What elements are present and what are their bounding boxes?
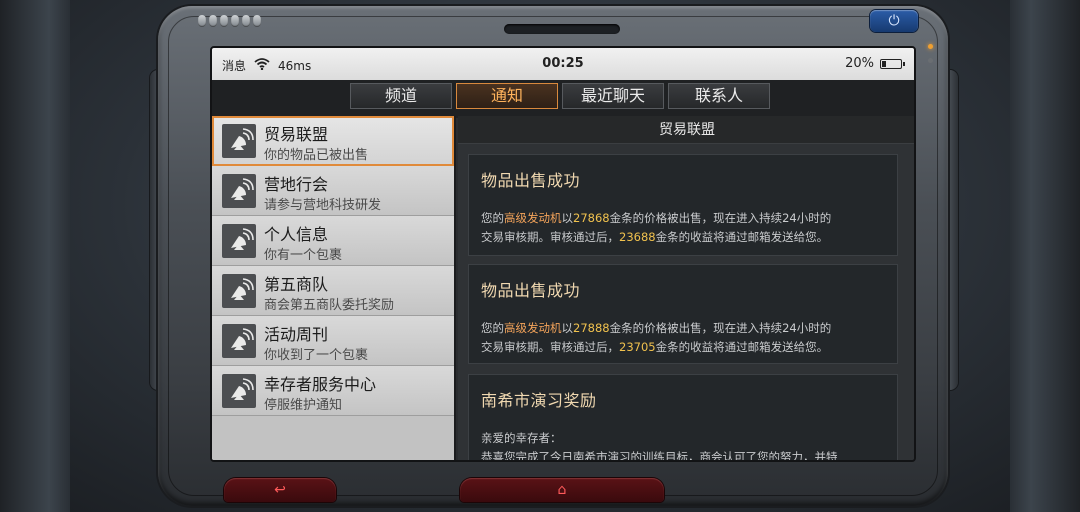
list-item-title: 幸存者服务中心	[264, 375, 377, 394]
back-button[interactable]: ↩	[224, 478, 336, 502]
list-item-personal-info[interactable]: 个人信息 你有一个包裹	[212, 216, 454, 266]
tab-recent-chats[interactable]: 最近聊天	[562, 83, 664, 109]
battery-percent: 20%	[845, 56, 874, 71]
list-item-subtitle: 停服维护通知	[264, 398, 343, 413]
power-icon: ⏻	[888, 13, 900, 29]
message-body: 您的高级发动机以27868金条的价格被出售，现在进入持续24小时的 交易审核期。…	[481, 211, 832, 244]
speaker-grille	[198, 14, 262, 28]
list-item-camp-guild[interactable]: 营地行会 请参与营地科技研发	[212, 166, 454, 216]
message-title: 物品出售成功	[481, 171, 581, 190]
message-body: 您的高级发动机以27888金条的价格被出售，现在进入持续24小时的 交易审核期。…	[481, 321, 832, 354]
list-item-subtitle: 你收到了一个包裹	[264, 348, 369, 363]
satellite-dish-icon	[222, 174, 256, 208]
notification-sender-list: 贸易联盟 你的物品已被出售 营地行会 请参与营地科技研发 个人信息 你有一个包裹…	[212, 116, 456, 460]
sale-price: 27888	[573, 321, 610, 335]
home-icon: ⌂	[557, 482, 567, 498]
list-item-subtitle: 商会第五商队委托奖励	[264, 298, 395, 313]
clock: 00:25	[542, 56, 584, 71]
list-item-title: 营地行会	[264, 175, 329, 194]
list-item-title: 第五商队	[264, 275, 329, 294]
background-right-panel	[1010, 0, 1080, 512]
tab-contacts[interactable]: 联系人	[668, 83, 770, 109]
income-amount: 23688	[619, 230, 656, 244]
satellite-dish-icon	[222, 374, 256, 408]
message-greeting: 亲爱的幸存者：	[481, 431, 562, 445]
list-item-fifth-caravan[interactable]: 第五商队 商会第五商队委托奖励	[212, 266, 454, 316]
list-item-title: 活动周刊	[264, 325, 329, 344]
tab-channel[interactable]: 频道	[350, 83, 452, 109]
status-led-orange	[928, 44, 933, 49]
status-led-grey	[928, 58, 933, 63]
list-item-title: 个人信息	[264, 225, 329, 244]
list-item-subtitle: 请参与营地科技研发	[264, 198, 382, 213]
status-bar: 消息 46ms 00:25 20%	[212, 48, 914, 80]
back-arrow-icon: ↩	[274, 482, 286, 498]
home-button[interactable]: ⌂	[460, 478, 664, 502]
message-text: 恭喜您完成了今日南希市演习的训练目标，商会认可了您的努力，并特	[481, 450, 838, 462]
background-left-panel	[0, 0, 70, 512]
message-body: 亲爱的幸存者： 恭喜您完成了今日南希市演习的训练目标，商会认可了您的努力，并特	[481, 429, 885, 462]
detail-header: 贸易联盟	[458, 116, 914, 144]
tab-notifications[interactable]: 通知	[456, 83, 558, 109]
item-name: 高级发动机	[504, 321, 562, 335]
satellite-dish-icon	[222, 224, 256, 258]
message-title: 南希市演习奖励	[481, 391, 597, 410]
income-amount: 23705	[619, 340, 656, 354]
item-name: 高级发动机	[504, 211, 562, 225]
list-item-subtitle: 你有一个包裹	[264, 248, 343, 263]
list-item-trade-alliance[interactable]: 贸易联盟 你的物品已被出售	[212, 116, 454, 166]
tab-bar: 频道 通知 最近聊天 联系人	[212, 80, 914, 118]
list-item-subtitle: 你的物品已被出售	[264, 148, 369, 163]
message-card[interactable]: 物品出售成功 您的高级发动机以27888金条的价格被出售，现在进入持续24小时的…	[468, 264, 898, 364]
list-item-event-weekly[interactable]: 活动周刊 你收到了一个包裹	[212, 316, 454, 366]
power-button[interactable]: ⏻	[870, 10, 918, 32]
satellite-dish-icon	[222, 274, 256, 308]
list-item-title: 贸易联盟	[264, 125, 329, 144]
message-title: 物品出售成功	[481, 281, 581, 300]
device-top-slot	[504, 24, 620, 34]
satellite-dish-icon	[222, 124, 256, 158]
tablet-screen: 消息 46ms 00:25 20% 频道 通知 最近聊天 联系人 贸易联盟 你的…	[210, 46, 916, 462]
message-card[interactable]: 南希市演习奖励 亲爱的幸存者： 恭喜您完成了今日南希市演习的训练目标，商会认可了…	[468, 374, 898, 462]
message-card[interactable]: 物品出售成功 您的高级发动机以27868金条的价格被出售，现在进入持续24小时的…	[468, 154, 898, 256]
list-item-survivor-service-center[interactable]: 幸存者服务中心 停服维护通知	[212, 366, 454, 416]
battery-icon	[880, 58, 905, 69]
satellite-dish-icon	[222, 324, 256, 358]
sale-price: 27868	[573, 211, 610, 225]
notification-detail-panel[interactable]: 贸易联盟 物品出售成功 您的高级发动机以27868金条的价格被出售，现在进入持续…	[458, 116, 914, 462]
list-empty-space	[212, 416, 454, 460]
